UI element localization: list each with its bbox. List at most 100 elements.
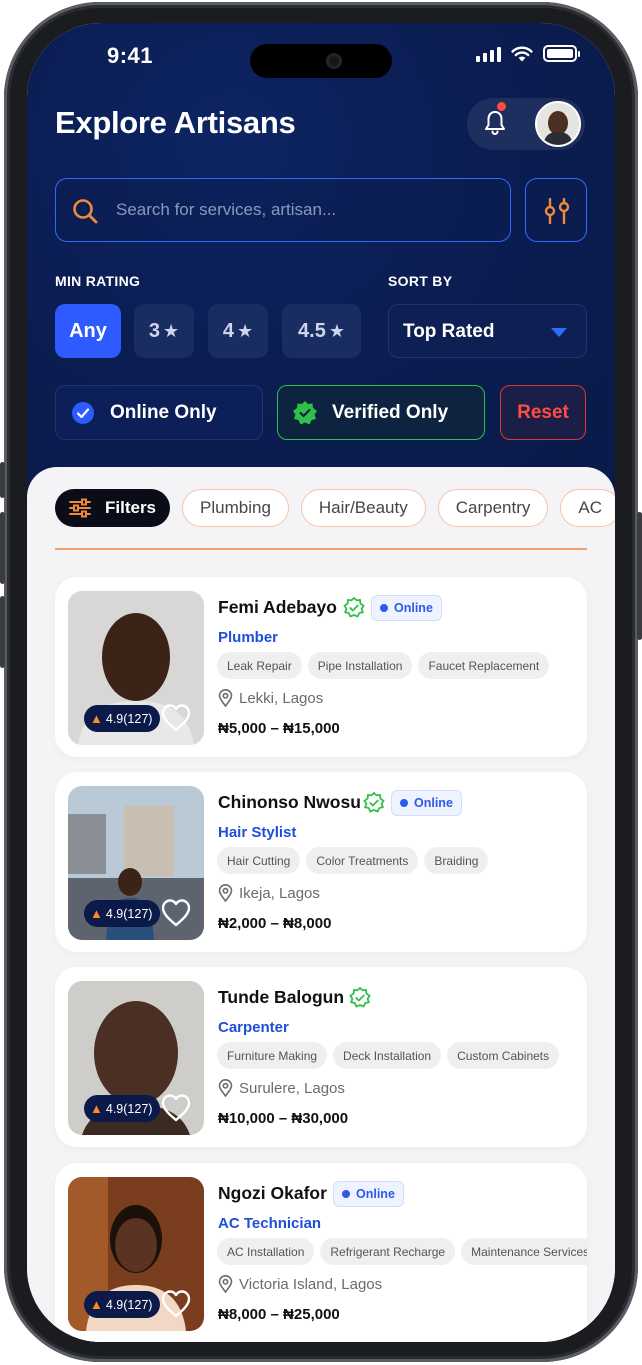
rating-any-button[interactable]: Any xyxy=(55,304,121,358)
dynamic-island xyxy=(250,44,392,78)
artisan-location: Ikeja, Lagos xyxy=(218,884,320,902)
artisan-price: ₦2,000 – ₦8,000 xyxy=(218,915,332,932)
rating-3-button[interactable]: 3 ★ xyxy=(134,304,194,358)
artisan-photo: ▲ 4.9(127) xyxy=(68,1177,204,1331)
reset-button[interactable]: Reset xyxy=(500,385,586,440)
artisan-role: AC Technician xyxy=(218,1215,322,1232)
skill-tags: Leak Repair Pipe Installation Faucet Rep… xyxy=(217,652,550,679)
verified-only-toggle[interactable]: Verified Only xyxy=(277,385,485,440)
skill-tag: Braiding xyxy=(424,847,489,874)
results-sheet: Filters Plumbing Hair/Beauty Carpentry A… xyxy=(27,467,615,1342)
artisan-price: ₦10,000 – ₦30,000 xyxy=(218,1110,349,1127)
rating-4-label: 4 xyxy=(222,319,234,342)
online-badge-label: Online xyxy=(394,601,433,615)
location-text: Victoria Island, Lagos xyxy=(239,1275,383,1293)
notification-dot xyxy=(497,102,506,111)
online-dot xyxy=(400,799,408,807)
side-button-action xyxy=(0,462,5,498)
sort-by-label: SORT BY xyxy=(388,273,453,289)
heart-icon[interactable] xyxy=(160,1289,192,1319)
online-only-toggle[interactable]: Online Only xyxy=(55,385,263,440)
star-icon: ★ xyxy=(162,320,180,341)
caret-down-icon xyxy=(551,328,567,337)
verified-icon xyxy=(349,987,371,1008)
rating-4-5-button[interactable]: 4.5 ★ xyxy=(282,304,361,358)
filters-chip-label: Filters xyxy=(105,498,157,517)
artisan-price: ₦5,000 – ₦15,000 xyxy=(218,720,340,737)
skill-tag: Refrigerant Recharge xyxy=(320,1238,456,1265)
rating-4-5-label: 4.5 xyxy=(298,319,326,342)
fire-icon: ▲ xyxy=(90,906,103,921)
skill-tag: Leak Repair xyxy=(217,652,302,679)
online-badge: Online xyxy=(333,1181,404,1207)
notification-bell-icon[interactable] xyxy=(483,110,507,136)
check-circle-icon xyxy=(72,401,94,424)
heart-icon[interactable] xyxy=(160,703,192,733)
online-badge: Online xyxy=(391,790,462,816)
category-chips: Filters Plumbing Hair/Beauty Carpentry A… xyxy=(55,489,615,527)
hero-header: 9:41 Explore Artisans Search for service… xyxy=(27,23,615,503)
verified-icon xyxy=(343,597,365,618)
fire-icon: ▲ xyxy=(90,1101,103,1116)
fire-icon: ▲ xyxy=(90,1297,103,1312)
search-icon xyxy=(73,199,98,224)
side-button-volume-down xyxy=(0,596,5,668)
search-input[interactable]: Search for services, artisan... xyxy=(55,178,511,242)
category-chip-hair-beauty[interactable]: Hair/Beauty xyxy=(300,489,426,527)
status-icons xyxy=(476,45,580,62)
filter-settings-button[interactable] xyxy=(525,178,587,242)
location-pin-icon xyxy=(218,1275,233,1293)
artisan-role: Plumber xyxy=(218,629,279,646)
verified-icon xyxy=(363,792,385,813)
artisan-location: Lekki, Lagos xyxy=(218,689,323,707)
rating-4-button[interactable]: 4 ★ xyxy=(208,304,268,358)
skill-tags: Furniture Making Deck Installation Custo… xyxy=(217,1042,560,1069)
star-icon: ★ xyxy=(328,320,345,341)
verified-badge-icon xyxy=(293,400,317,424)
artisan-card[interactable]: ▲ 4.9(127) Ngozi Okafor Online AC Techni… xyxy=(55,1163,587,1342)
star-icon: ★ xyxy=(236,320,254,341)
online-dot xyxy=(380,604,388,612)
skill-tags: AC Installation Refrigerant Recharge Mai… xyxy=(217,1238,587,1265)
rating-badge: ▲ 4.9(127) xyxy=(84,705,161,732)
skill-tag: AC Installation xyxy=(217,1238,315,1265)
category-chip-carpentry[interactable]: Carpentry xyxy=(437,489,549,527)
signal-icon xyxy=(476,46,501,62)
skill-tag: Faucet Replacement xyxy=(418,652,550,679)
side-button-power xyxy=(637,512,642,640)
artisan-role: Hair Stylist xyxy=(218,824,297,841)
skill-tag: Hair Cutting xyxy=(217,847,301,874)
artisan-name: Chinonso Nwosu xyxy=(218,792,361,812)
status-time: 9:41 xyxy=(107,43,154,68)
heart-icon[interactable] xyxy=(160,1093,192,1123)
skill-tag: Color Treatments xyxy=(306,847,419,874)
artisan-location: Surulere, Lagos xyxy=(218,1079,345,1097)
artisan-card[interactable]: ▲ 4.9(127) Femi Adebayo Online Plumber L… xyxy=(55,577,587,757)
filters-chip[interactable]: Filters xyxy=(55,489,171,527)
wifi-icon xyxy=(511,46,533,61)
rating-any-label: Any xyxy=(69,319,107,342)
rating-badge: ▲ 4.9(127) xyxy=(84,1095,161,1122)
avatar[interactable] xyxy=(535,101,581,147)
min-rating-label: MIN RATING xyxy=(55,273,141,289)
skill-tag: Furniture Making xyxy=(217,1042,328,1069)
location-text: Ikeja, Lagos xyxy=(239,884,320,902)
artisan-photo: ▲ 4.9(127) xyxy=(68,981,204,1135)
online-badge-label: Online xyxy=(414,796,453,810)
artisan-price: ₦8,000 – ₦25,000 xyxy=(218,1306,340,1323)
sort-select[interactable]: Top Rated xyxy=(388,304,587,358)
divider xyxy=(55,548,587,550)
sliders-icon xyxy=(544,198,570,224)
online-only-label: Online Only xyxy=(110,401,217,423)
artisan-card[interactable]: ▲ 4.9(127) Chinonso Nwosu Online Hair St… xyxy=(55,772,587,952)
artisan-location: Victoria Island, Lagos xyxy=(218,1275,382,1293)
heart-icon[interactable] xyxy=(160,898,192,928)
category-chip-ac[interactable]: AC xyxy=(560,489,615,527)
rating-badge: ▲ 4.9(127) xyxy=(84,900,161,927)
page-title: Explore Artisans xyxy=(55,105,296,140)
rating-text: 4.9(127) xyxy=(105,1297,153,1312)
location-text: Surulere, Lagos xyxy=(239,1079,345,1097)
category-chip-plumbing[interactable]: Plumbing xyxy=(182,489,289,527)
location-pin-icon xyxy=(218,689,233,707)
artisan-card[interactable]: ▲ 4.9(127) Tunde Balogun Carpenter Furni… xyxy=(55,967,587,1147)
